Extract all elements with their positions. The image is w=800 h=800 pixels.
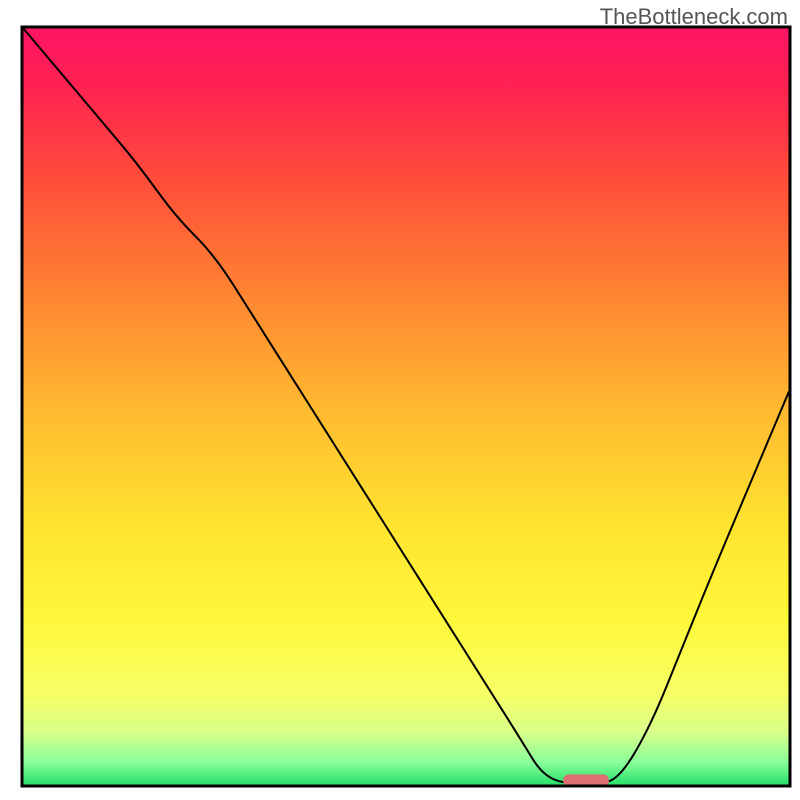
chart-container: TheBottleneck.com bbox=[0, 0, 800, 800]
gradient-background bbox=[23, 28, 789, 785]
watermark-text: TheBottleneck.com bbox=[600, 4, 788, 30]
bottleneck-chart bbox=[0, 0, 800, 800]
